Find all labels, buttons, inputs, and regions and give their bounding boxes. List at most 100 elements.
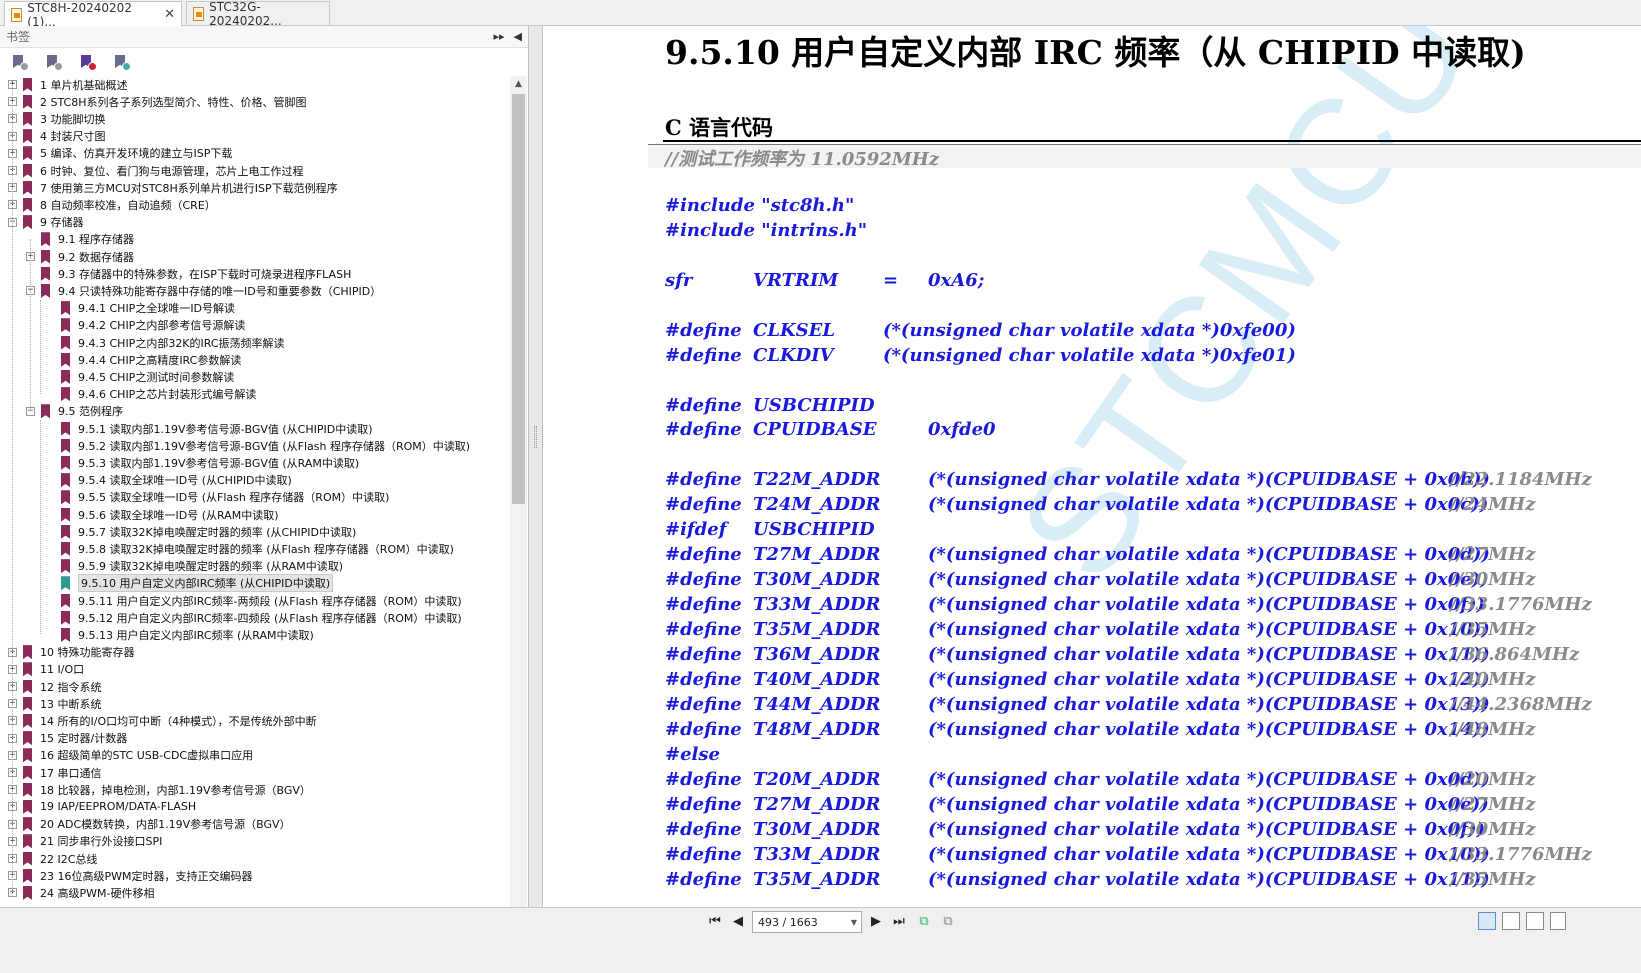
code-token: (*(unsigned char volatile xdata *)(CPUID… [928,494,1489,516]
bookmark-item[interactable]: +10 特殊功能寄存器 [8,644,135,661]
bookmark-item[interactable]: 9.5.10 用户自定义内部IRC频率 (从CHIPID中读取) [46,574,334,593]
continuous-facing-view-icon[interactable] [1550,912,1566,930]
add-bookmark-icon[interactable] [78,52,98,72]
pdf-file-icon [193,7,205,21]
bookmark-item[interactable]: 9.5.13 用户自定义内部IRC频率 (从RAM中读取) [46,626,314,643]
bookmark-item[interactable]: −9.4 只读特殊功能寄存器中存储的唯一ID号和重要参数（CHIPID） [26,282,381,299]
bookmark-item[interactable]: 9.5.8 读取32K掉电唤醒定时器的频率 (从Flash 程序存储器（ROM）… [46,540,454,557]
bookmark-item[interactable]: +16 超级简单的STC USB-CDC虚拟串口应用 [8,747,253,764]
bookmark-item[interactable]: +24 高级PWM-硬件移相 [8,884,154,901]
bookmark-label: 8 自动频率校准，自动追频（CRE） [40,198,216,212]
bookmark-item[interactable]: +15 定时器/计数器 [8,730,127,747]
bookmark-label: 9.5.1 读取内部1.19V参考信号源-BGV值 (从CHIPID中读取) [78,422,373,436]
single-page-view-icon[interactable] [1478,912,1496,930]
bookmark-item[interactable]: 9.5.5 读取全球唯一ID号 (从Flash 程序存储器（ROM）中读取) [46,489,389,506]
bookmark-item[interactable]: +20 ADC模数转换，内部1.19V参考信号源（BGV） [8,816,291,833]
bookmark-item[interactable]: 9.5.6 读取全球唯一ID号 (从RAM中读取) [46,506,279,523]
bookmark-item[interactable]: +4 封装尺寸图 [8,128,106,145]
bookmark-item[interactable]: +21 同步串行外设接口SPI [8,833,162,850]
code-token: T35M_ADDR [753,868,881,890]
bookmark-item[interactable]: +12 指令系统 [8,678,102,695]
code-token: #define [665,594,742,616]
bookmark-icon [23,662,32,677]
bookmark-item[interactable]: +19 IAP/EEPROM/DATA-FLASH [8,798,196,815]
collapse-panel-icon[interactable]: ◀ [514,30,522,43]
bookmark-item[interactable]: 9.4.4 CHIP之高精度IRC参数解读 [46,351,241,368]
bookmark-item[interactable]: 9.4.5 CHIP之测试时间参数解读 [46,368,234,385]
bookmark-icon [23,77,32,92]
bookmark-item[interactable]: +17 串口通信 [8,764,102,781]
bookmark-label: 10 特殊功能寄存器 [40,646,135,660]
bookmark-item[interactable]: +5 编译、仿真开发环境的建立与ISP下载 [8,145,232,162]
bookmark-label: 9.2 数据存储器 [58,250,134,264]
bookmark-item[interactable]: 9.1 程序存储器 [26,231,134,248]
bookmark-item[interactable]: 9.4.2 CHIP之内部参考信号源解读 [46,317,245,334]
bookmark-item[interactable]: +8 自动频率校准，自动追频（CRE） [8,196,216,213]
bookmark-label: 9.5.12 用户自定义内部IRC频率-四频段 (从Flash 程序存储器（RO… [78,611,462,625]
code-token: #define [665,693,742,715]
bookmark-item[interactable]: 9.5.12 用户自定义内部IRC频率-四频段 (从Flash 程序存储器（RO… [46,609,462,626]
bookmark-item[interactable]: 9.5.11 用户自定义内部IRC频率-两频段 (从Flash 程序存储器（RO… [46,592,462,609]
bookmark-item[interactable]: 9.5.7 读取32K掉电唤醒定时器的频率 (从CHIPID中读取) [46,523,356,540]
bookmark-item[interactable]: +14 所有的I/O口均可中断（4种模式），不是传统外部中断 [8,712,317,729]
code-token: VRTRIM [753,269,839,291]
bookmark-item[interactable]: 9.5.4 读取全球唯一ID号 (从CHIPID中读取) [46,472,292,489]
chevron-down-icon[interactable]: ▼ [851,918,857,927]
bookmark-item[interactable]: +1 单片机基础概述 [8,76,128,93]
bookmark-item[interactable]: 9.3 存储器中的特殊参数，在ISP下载时可烧录进程序FLASH [26,265,351,282]
bookmark-scrollbar[interactable]: ▲ ▼ [510,76,527,931]
bookmark-item[interactable]: +18 比较器，掉电检测，内部1.19V参考信号源（BGV） [8,781,311,798]
last-page-icon[interactable]: ⏭ [889,912,909,932]
bookmark-icon [41,249,50,264]
code-token: #define [665,843,742,865]
code-comment: //30MHz [1450,569,1536,591]
find-bookmark-icon[interactable] [112,52,132,72]
previous-page-icon[interactable]: ◀ [728,912,748,932]
bookmark-item[interactable]: +2 STC8H系列各子系列选型简介、特性、价格、管脚图 [8,93,307,110]
splitter-grip[interactable] [534,426,537,448]
facing-view-icon[interactable] [1526,912,1544,930]
code-token: USBCHIPID [753,519,875,541]
bookmark-item[interactable]: +23 16位高级PWM定时器，支持正交编码器 [8,867,253,884]
bookmark-icon [23,146,32,161]
bookmark-item[interactable]: 9.5.1 读取内部1.19V参考信号源-BGV值 (从CHIPID中读取) [46,420,373,437]
bookmark-item[interactable]: +6 时钟、复位、看门狗与电源管理，芯片上电工作过程 [8,162,304,179]
panel-splitter[interactable] [529,26,543,951]
go-forward-icon[interactable]: ⧉ [938,912,958,932]
scroll-up-icon[interactable]: ▲ [510,76,527,92]
bookmark-item[interactable]: +7 使用第三方MCU对STC8H系列单片机进行ISP下载范例程序 [8,179,338,196]
bookmark-item[interactable]: 9.4.1 CHIP之全球唯一ID号解读 [46,300,235,317]
go-back-icon[interactable]: ⧉ [914,912,934,932]
code-token: = [883,269,899,291]
bookmark-item[interactable]: 9.4.3 CHIP之内部32K的IRC振荡频率解读 [46,334,285,351]
bookmark-item[interactable]: −9.5 范例程序 [26,403,123,420]
code-token: #define [665,644,742,665]
next-page-icon[interactable]: ▶ [866,912,886,932]
bookmark-item[interactable]: +9.2 数据存储器 [26,248,134,265]
bookmark-item[interactable]: 9.4.6 CHIP之芯片封装形式编号解读 [46,386,256,403]
tab-stc32g[interactable]: STC32G-20240202... [186,0,330,28]
tab-label: STC8H-20240202 (1)... [27,0,132,29]
bookmark-label: 9.5.11 用户自定义内部IRC频率-两频段 (从Flash 程序存储器（RO… [78,594,462,608]
bookmark-item[interactable]: 9.5.9 读取32K掉电唤醒定时器的频率 (从RAM中读取) [46,558,343,575]
scrollbar-thumb[interactable] [512,94,525,504]
page-number-input[interactable]: 493 / 1663 ▼ [752,911,862,933]
close-tab-icon[interactable]: ✕ [164,7,175,22]
first-page-icon[interactable]: ⏮ [705,912,725,932]
bookmark-item[interactable]: +3 功能脚切换 [8,110,106,127]
bookmark-item[interactable]: +22 I2C总线 [8,850,97,867]
collapse-all-bookmarks-icon[interactable] [44,52,64,72]
bookmark-item[interactable]: 9.5.3 读取内部1.19V参考信号源-BGV值 (从RAM中读取) [46,454,359,471]
expand-panel-icon[interactable]: ▸▸ [493,30,504,43]
bookmark-item[interactable]: −9 存储器 [8,214,84,231]
code-token: #define [665,319,742,341]
expand-all-bookmarks-icon[interactable] [10,52,30,72]
bookmark-icon [61,318,70,333]
bookmark-icon [23,765,32,780]
bookmark-item[interactable]: 9.5.2 读取内部1.19V参考信号源-BGV值 (从Flash 程序存储器（… [46,437,470,454]
continuous-view-icon[interactable] [1502,912,1520,930]
tab-stc8h[interactable]: STC8H-20240202 (1)... ✕ [4,0,182,29]
tree-guide-line [40,420,41,635]
bookmark-item[interactable]: +11 I/O口 [8,661,84,678]
bookmark-item[interactable]: +13 中断系统 [8,695,102,712]
